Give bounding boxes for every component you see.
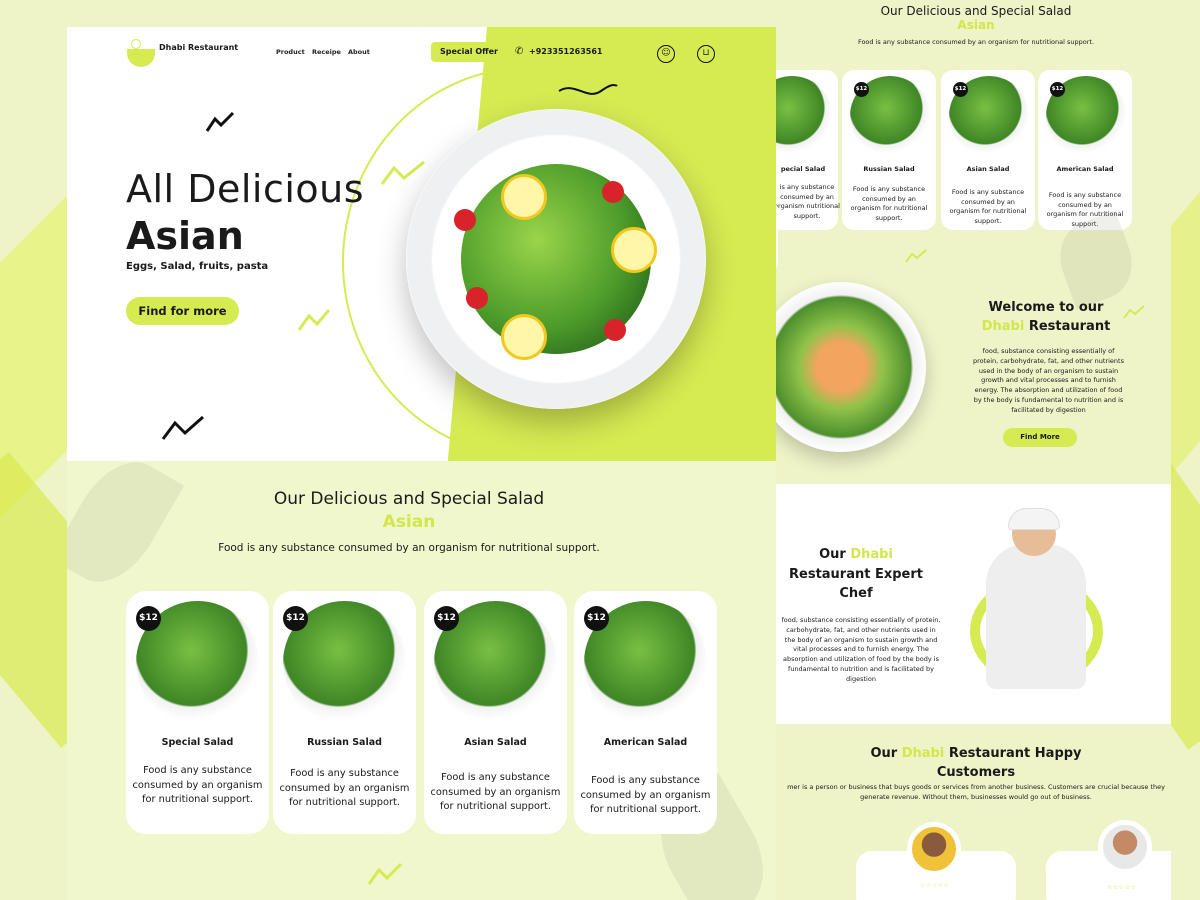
price-badge: $12 bbox=[584, 606, 609, 631]
brand-name[interactable]: Dhabi Restaurant bbox=[159, 43, 238, 52]
salad-card[interactable]: $12 Special Salad Food is any substance … bbox=[126, 591, 269, 834]
special-section-title: Our Delicious and Special Salad bbox=[273, 489, 545, 509]
price-badge: $12 bbox=[953, 82, 968, 97]
salad-card[interactable]: $12 Russian Salad Food is any substance … bbox=[273, 591, 416, 834]
welcome-title-line2: Dhabi Restaurant bbox=[966, 319, 1126, 334]
salad-name: American Salad bbox=[1056, 165, 1114, 173]
zigzag-decoration bbox=[367, 862, 403, 885]
price-badge: $12 bbox=[283, 606, 308, 631]
find-for-more-button[interactable]: Find for more bbox=[126, 297, 239, 325]
customer-avatar bbox=[1098, 820, 1152, 874]
salad-description: Food is any substance consumed by an org… bbox=[132, 765, 263, 805]
customers-title: Our Dhabi Restaurant Happy bbox=[776, 744, 1171, 764]
salad-card[interactable]: pecial Salad is any substance consumed b… bbox=[776, 70, 840, 230]
price-badge: $12 bbox=[854, 82, 869, 97]
salad-name: Russian Salad bbox=[863, 165, 915, 173]
chef-hat bbox=[1008, 508, 1060, 530]
salad-description: Food is any substance consumed by an org… bbox=[279, 768, 410, 808]
nav-link-product[interactable]: Product bbox=[276, 48, 305, 56]
landing-page-preview: Our Delicious and Special Salad Asian Fo… bbox=[776, 0, 1171, 900]
chef-description: food, substance consisting essentially o… bbox=[781, 616, 941, 683]
logo-icon[interactable] bbox=[127, 39, 155, 67]
price-badge: $12 bbox=[136, 606, 161, 631]
salad-name: Russian Salad bbox=[307, 737, 382, 748]
hero-title-bold: Asian bbox=[126, 214, 244, 258]
zigzag-decoration bbox=[205, 111, 235, 132]
special-section-description: Food is any substance consumed by an org… bbox=[218, 542, 600, 554]
salad-description: Food is any substance consumed by an org… bbox=[850, 185, 928, 222]
preview-special-description: Food is any substance consumed by an org… bbox=[857, 38, 1095, 46]
landing-page-main: Dhabi Restaurant Product Receipe About S… bbox=[67, 27, 776, 900]
salad-card[interactable]: $12 Asian Salad Food is any substance co… bbox=[424, 591, 567, 834]
zigzag-decoration bbox=[161, 415, 204, 440]
customers-title-line2: Customers bbox=[936, 765, 1016, 780]
salad-image bbox=[776, 76, 832, 156]
nav-link-receipe[interactable]: Receipe bbox=[312, 48, 341, 56]
customer-avatar bbox=[907, 822, 961, 876]
chef-image bbox=[986, 544, 1086, 689]
chef-title-line3: Chef bbox=[839, 586, 873, 601]
chef-title: Our Dhabi bbox=[786, 545, 926, 565]
welcome-title: Welcome to our bbox=[988, 300, 1104, 315]
salad-card[interactable]: $12 American Salad Food is any substance… bbox=[574, 591, 717, 834]
special-offer-button[interactable]: Special Offer bbox=[431, 42, 507, 62]
salad-description: Food is any substance consumed by an org… bbox=[430, 772, 561, 812]
nav-link-about[interactable]: About bbox=[348, 48, 370, 56]
squiggle-decoration bbox=[558, 84, 618, 95]
phone-number[interactable]: +923351263561 bbox=[529, 47, 603, 56]
phone-icon: ✆ bbox=[515, 46, 524, 57]
salad-card[interactable]: $12 American Salad Food is any substance… bbox=[1038, 70, 1132, 230]
salad-name: Asian Salad bbox=[464, 737, 527, 748]
price-badge: $12 bbox=[1050, 82, 1065, 97]
social-bar: ⓕ ✦ ◎ bbox=[776, 203, 778, 269]
rating-stars: ☆☆☆☆☆ bbox=[920, 882, 950, 889]
salad-description: Food is any substance consumed by an org… bbox=[949, 188, 1027, 225]
salad-name: Asian Salad bbox=[966, 165, 1010, 173]
salad-name: American Salad bbox=[603, 737, 688, 748]
customers-title-rest: Restaurant Happy bbox=[948, 746, 1082, 761]
hero-section: Dhabi Restaurant Product Receipe About S… bbox=[67, 27, 776, 461]
welcome-dish-image bbox=[776, 282, 926, 452]
chef-accent: Dhabi bbox=[850, 547, 893, 562]
navbar: Dhabi Restaurant Product Receipe About S… bbox=[127, 39, 727, 79]
user-icon[interactable]: ☺ bbox=[657, 45, 675, 63]
zigzag-decoration bbox=[297, 309, 331, 331]
rating-stars: ☆☆☆☆☆ bbox=[1107, 884, 1137, 891]
customers-description: mer is a person or business that buys go… bbox=[787, 783, 1165, 801]
salad-description: Food is any substance consumed by an org… bbox=[580, 775, 711, 815]
chef-title-prefix: Our bbox=[819, 547, 846, 562]
customers-title-prefix: Our bbox=[870, 746, 898, 761]
salad-name: Special Salad bbox=[161, 737, 234, 748]
welcome-title-rest: Restaurant bbox=[1028, 319, 1111, 334]
salad-description: is any substance consumed by an organism… bbox=[776, 183, 840, 220]
salad-name: pecial Salad bbox=[780, 165, 826, 173]
cart-icon[interactable]: ⊔ bbox=[697, 45, 715, 63]
price-badge: $12 bbox=[434, 606, 459, 631]
chef-section: Our Dhabi Restaurant Expert Chef food, s… bbox=[776, 484, 1171, 724]
chef-title-line2: Restaurant Expert bbox=[789, 567, 923, 582]
hero-subtitle: Eggs, Salad, fruits, pasta bbox=[126, 261, 269, 272]
customers-accent: Dhabi bbox=[901, 746, 945, 761]
salad-card[interactable]: $12 Asian Salad Food is any substance co… bbox=[941, 70, 1035, 230]
preview-special-title: Our Delicious and Special Salad bbox=[880, 4, 1072, 18]
hero-salad-plate-image bbox=[406, 109, 706, 409]
hero-title: All Delicious bbox=[126, 167, 365, 211]
welcome-accent: Dhabi bbox=[981, 319, 1025, 334]
zigzag-decoration bbox=[380, 160, 425, 185]
welcome-description: food, substance consisting essentially o… bbox=[973, 347, 1124, 414]
preview-special-accent: Asian bbox=[957, 18, 995, 32]
salad-card[interactable]: $12 Russian Salad Food is any substance … bbox=[842, 70, 936, 230]
find-more-button[interactable]: Find More bbox=[1003, 428, 1077, 447]
zigzag-decoration bbox=[905, 249, 927, 263]
special-section-accent: Asian bbox=[382, 512, 436, 532]
